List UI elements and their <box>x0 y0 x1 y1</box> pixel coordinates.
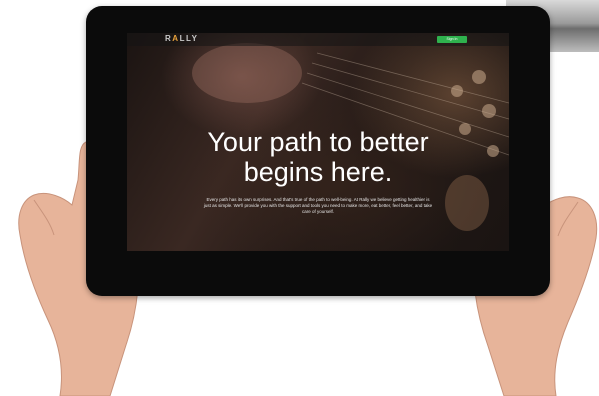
photo-scene: RALLY Sign In Your path to better begins… <box>0 0 599 396</box>
tablet-screen: RALLY Sign In Your path to better begins… <box>127 33 509 251</box>
headline-line-2: begins here. <box>243 157 393 187</box>
hero-subtext: Every path has its own surprises. And th… <box>203 197 433 214</box>
hero-headline: Your path to better begins here. <box>127 127 509 187</box>
top-nav-bar: RALLY Sign In <box>127 33 509 46</box>
rally-logo[interactable]: RALLY <box>165 34 198 43</box>
sign-in-button[interactable]: Sign In <box>437 36 467 43</box>
headline-line-1: Your path to better <box>207 127 429 157</box>
